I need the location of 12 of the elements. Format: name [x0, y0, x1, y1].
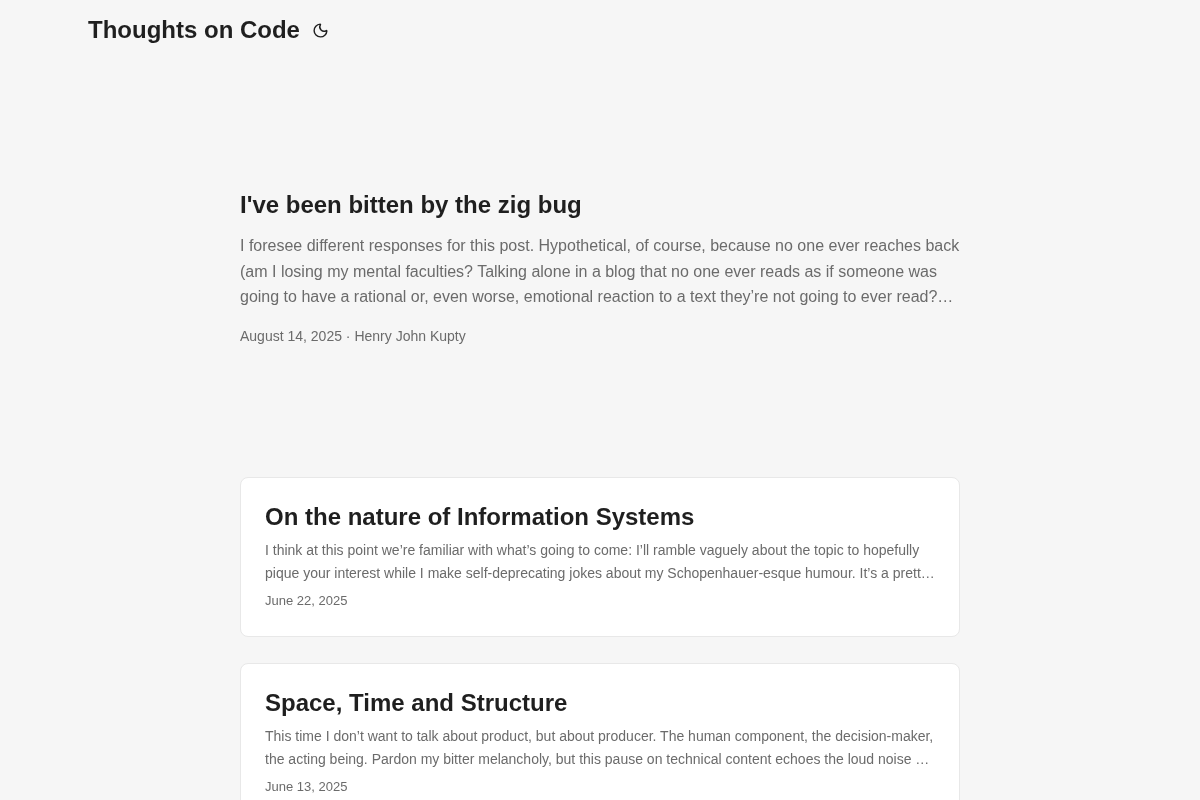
- post-excerpt: This time I don’t want to talk about product, but about producer. The human component, the decision-maker, the acting being. Pardon my bitter melancholy, but this pause on technical content echoes the loud noise …: [265, 726, 935, 769]
- post-date: June 22, 2025: [265, 591, 349, 610]
- post-date: June 13, 2025: [265, 777, 349, 796]
- post-excerpt: I foresee different responses for this post. Hypothetical, of course, because no one ever reaches back (am I losing my mental faculties? Talking alone in a blog that no one ever reads as if someone was going to have a rational or, even worse, emotional reaction to a text they’re not going to ever read?…: [240, 236, 960, 307]
- site-title[interactable]: Thoughts on Code: [88, 14, 300, 46]
- post-title[interactable]: On the nature of Information Systems: [265, 500, 935, 533]
- post-title[interactable]: I've been bitten by the zig bug: [240, 189, 960, 221]
- post-excerpt: I think at this point we’re familiar with what’s going to come: I’ll ramble vaguely about the topic to hopefully pique your interest while I make self-deprecating jokes about my Schopenhauer-esque humour. It’s a prett…: [265, 540, 935, 583]
- post-title[interactable]: Space, Time and Structure: [265, 686, 935, 719]
- moon-icon: [312, 21, 330, 39]
- post-meta: August 14, 2025 · Henry John Kupty: [240, 326, 467, 346]
- theme-toggle-button[interactable]: [311, 21, 330, 39]
